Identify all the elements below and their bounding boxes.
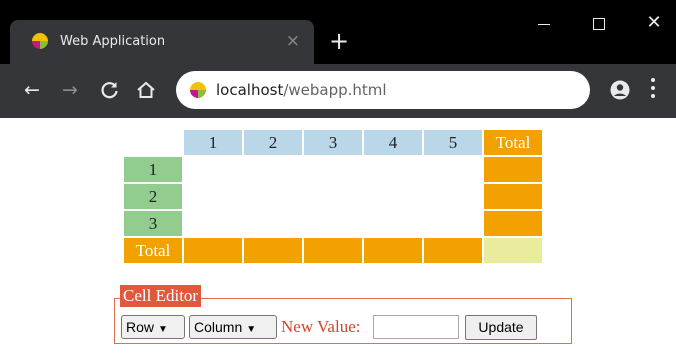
grid-cell[interactable] [304, 211, 362, 236]
reload-glyph-icon [101, 82, 118, 99]
new-value-input[interactable] [373, 315, 459, 339]
column-select-value: Column [194, 319, 243, 335]
grid-cell[interactable] [424, 211, 482, 236]
tab-title: Web Application [60, 34, 166, 49]
kebab-menu-icon[interactable] [650, 78, 656, 102]
row-select[interactable]: Row ▼ [121, 315, 185, 339]
url-host: localhost [216, 81, 284, 99]
home-glyph-icon [137, 81, 155, 98]
column-header: 1 [184, 130, 242, 155]
column-total-header: Total [484, 130, 542, 155]
totals-row: Total [124, 238, 542, 263]
grid-cell[interactable] [244, 184, 302, 209]
column-total-cell [184, 238, 242, 263]
row-total-header: Total [124, 238, 182, 263]
grid-cell[interactable] [424, 184, 482, 209]
row-header: 2 [124, 184, 182, 209]
maximize-icon [593, 18, 605, 30]
column-header: 4 [364, 130, 422, 155]
home-icon[interactable] [132, 76, 160, 104]
table-row: 3 [124, 211, 542, 236]
new-value-label: New Value: [281, 317, 361, 336]
column-total-cell [424, 238, 482, 263]
minimize-icon [538, 24, 550, 25]
grid-cell[interactable] [184, 157, 242, 182]
maximize-button[interactable] [569, 6, 629, 42]
row-select-value: Row [126, 319, 155, 335]
app-favicon-icon [32, 33, 48, 49]
close-window-button[interactable]: ✕ [624, 6, 676, 42]
tab-close-icon[interactable]: × [286, 31, 300, 51]
grid-cell[interactable] [364, 211, 422, 236]
dropdown-arrow-icon: ▼ [246, 324, 257, 335]
header-row: 1 2 3 4 5 Total [124, 130, 542, 155]
minimize-button[interactable] [514, 6, 574, 42]
row-header: 1 [124, 157, 182, 182]
column-header: 3 [304, 130, 362, 155]
row-total-cell [484, 184, 542, 209]
grid-cell[interactable] [184, 211, 242, 236]
column-header: 2 [244, 130, 302, 155]
url-text: localhost/webapp.html [216, 81, 387, 99]
reload-icon[interactable] [96, 76, 124, 104]
back-arrow-icon[interactable]: ← [18, 76, 46, 104]
row-total-cell [484, 211, 542, 236]
grand-total-cell [484, 238, 542, 263]
browser-tab[interactable]: Web Application × [10, 20, 314, 64]
forward-arrow-icon[interactable]: → [56, 76, 84, 104]
data-grid: 1 2 3 4 5 Total 1 2 3 Total [122, 128, 544, 265]
grid-cell[interactable] [244, 211, 302, 236]
browser-toolbar: ← → localhost/webapp.html [0, 64, 676, 118]
grid-cell[interactable] [424, 157, 482, 182]
new-tab-button[interactable]: + [325, 28, 353, 56]
grid-cell[interactable] [364, 184, 422, 209]
column-total-cell [244, 238, 302, 263]
row-total-cell [484, 157, 542, 182]
address-bar[interactable]: localhost/webapp.html [176, 71, 590, 109]
profile-icon[interactable] [610, 80, 630, 100]
grid-cell[interactable] [244, 157, 302, 182]
grid-cell[interactable] [364, 157, 422, 182]
table-row: 1 [124, 157, 542, 182]
url-path: /webapp.html [283, 81, 387, 99]
cell-editor-legend: Cell Editor [120, 285, 202, 307]
column-total-cell [364, 238, 422, 263]
site-favicon-icon [190, 82, 206, 98]
dropdown-arrow-icon: ▼ [158, 324, 168, 335]
grid-cell[interactable] [184, 184, 242, 209]
update-button[interactable]: Update [465, 315, 537, 340]
grid-cell[interactable] [304, 157, 362, 182]
corner-cell [124, 130, 182, 155]
table-row: 2 [124, 184, 542, 209]
column-total-cell [304, 238, 362, 263]
browser-chrome: Web Application × + ✕ ← → localhost/weba… [0, 0, 676, 118]
grid-cell[interactable] [304, 184, 362, 209]
close-icon: ✕ [646, 12, 662, 33]
column-header: 5 [424, 130, 482, 155]
row-header: 3 [124, 211, 182, 236]
column-select[interactable]: Column ▼ [189, 315, 277, 339]
page-content: 1 2 3 4 5 Total 1 2 3 Total Cell Editor … [0, 118, 676, 362]
